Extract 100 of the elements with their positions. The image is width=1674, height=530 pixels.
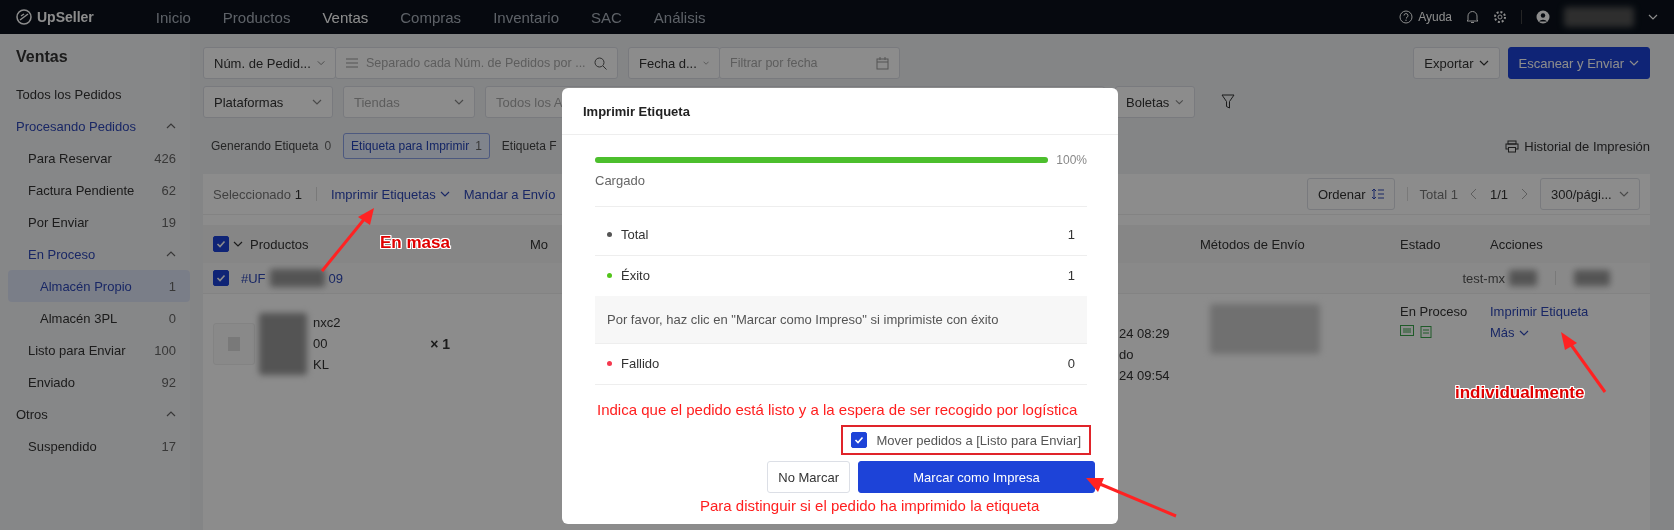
chevron-up-icon: [166, 249, 176, 259]
nav-tab[interactable]: Productos: [222, 8, 291, 26]
sidebar-item[interactable]: Suspendido 17: [8, 430, 190, 462]
filter-icon[interactable]: [1221, 94, 1235, 110]
chevron-down-icon: [316, 58, 325, 68]
bulk-action-link[interactable]: Mandar a Envío: [463, 186, 556, 202]
annotation-text: En masa: [380, 233, 450, 253]
sidebar-item[interactable]: Procesando Pedidos: [8, 110, 190, 142]
help-icon: [1399, 10, 1414, 24]
platforms-select[interactable]: Plataformas: [203, 86, 333, 118]
page-size-select[interactable]: 300/pági...: [1540, 178, 1640, 210]
calendar-icon: [876, 56, 889, 70]
sidebar-title: Ventas: [15, 48, 69, 67]
chevron-down-icon: [1619, 189, 1629, 199]
chevron-down-icon: [233, 239, 243, 249]
result-label: Fallido: [621, 356, 660, 371]
product-detail: 00: [313, 336, 329, 351]
item-count: 100: [154, 342, 176, 358]
mark-printed-button[interactable]: Marcar como Impresa: [858, 461, 1095, 493]
row-action-link[interactable]: Más: [1490, 325, 1650, 340]
sidebar-item[interactable]: Por Enviar 19: [8, 206, 190, 238]
blurred-text: [1574, 270, 1610, 286]
store-name: test-mx: [1462, 270, 1505, 286]
progress-status: Cargado: [595, 173, 645, 188]
item-count: 19: [161, 214, 176, 230]
order-date: 24 09:54: [1119, 368, 1171, 383]
user-icon[interactable]: [1536, 10, 1550, 24]
checkbox[interactable]: [213, 236, 229, 252]
result-label: Éxito: [621, 268, 650, 283]
chevron-up-icon: [166, 409, 176, 419]
settings-icon[interactable]: [1493, 10, 1507, 24]
quantity: × 1: [430, 335, 450, 352]
chevron-down-icon: [1629, 58, 1639, 68]
item-count: 0: [168, 310, 176, 326]
logo-icon: [16, 9, 32, 25]
status-tab[interactable]: Generando Etiqueta 0: [203, 133, 340, 159]
result-label: Total: [621, 227, 649, 242]
date-type-select[interactable]: Fecha d...: [628, 47, 720, 79]
receipts-select[interactable]: Boletas: [1115, 86, 1195, 118]
bell-icon[interactable]: [1466, 10, 1479, 24]
list-icon: [346, 58, 358, 68]
bulk-action-link[interactable]: Imprimir Etiquetas: [330, 186, 450, 202]
nav-tab[interactable]: Compras: [400, 8, 462, 26]
no-mark-button[interactable]: No Marcar: [767, 461, 850, 493]
column-header: Estado: [1400, 236, 1441, 252]
select-value: Fecha d...: [639, 55, 697, 71]
help-link[interactable]: Ayuda: [1399, 10, 1452, 24]
order-field-select[interactable]: Núm. de Pedid...: [203, 47, 336, 79]
blurred-order-id: [269, 269, 325, 287]
sort-button[interactable]: Ordenar: [1306, 178, 1395, 210]
chevron-down-icon: [439, 189, 450, 199]
checkbox[interactable]: [850, 432, 867, 448]
order-id-end[interactable]: 09: [328, 270, 344, 286]
item-count: 92: [161, 374, 176, 390]
export-button[interactable]: Exportar: [1413, 47, 1500, 79]
chevron-down-icon: [1648, 12, 1658, 22]
barcode-icon: [1400, 325, 1414, 336]
nav-tab[interactable]: Inventario: [493, 8, 559, 26]
sidebar-item[interactable]: En Proceso: [8, 238, 190, 270]
row-action-link[interactable]: Imprimir Etiqueta: [1490, 304, 1650, 319]
sidebar-item[interactable]: Almacén 3PL 0: [8, 302, 190, 334]
column-header: Productos: [250, 236, 309, 252]
annotation-text: Para distinguir si el pedido ha imprimido la etiqueta: [700, 497, 1041, 514]
result-count: 1: [1067, 268, 1075, 283]
total-count: Total 1: [1419, 186, 1458, 202]
status-tab[interactable]: Etiqueta F: [493, 133, 565, 159]
chevron-up-icon: [166, 121, 176, 131]
column-header: Mo: [530, 236, 549, 252]
column-header: Métodos de Envío: [1200, 236, 1305, 252]
chevron-down-icon: [1478, 58, 1489, 68]
document-icon: [1420, 325, 1432, 338]
sort-icon: [1370, 188, 1384, 200]
notice-message: Por favor, haz clic en "Marcar como Impreso" si imprimiste con éxito: [595, 296, 1087, 344]
item-count: 62: [161, 182, 176, 198]
sidebar-item[interactable]: Todos los Pedidos: [8, 78, 190, 110]
sidebar-item[interactable]: Para Reservar 426: [8, 142, 190, 174]
nav-tab[interactable]: SAC: [591, 8, 622, 26]
nav-tab[interactable]: Análisis: [653, 8, 706, 26]
sidebar-item[interactable]: Listo para Enviar 100: [8, 334, 190, 366]
sidebar-item[interactable]: Otros: [8, 398, 190, 430]
sidebar-item[interactable]: Almacén Propio 1: [8, 270, 190, 302]
result-count: 1: [1067, 227, 1075, 242]
sidebar-item[interactable]: Factura Pendiente 62: [8, 174, 190, 206]
chevron-down-icon: [312, 97, 322, 107]
checkbox[interactable]: [213, 270, 229, 286]
sidebar-item[interactable]: Enviado 92: [8, 366, 190, 398]
print-history-link[interactable]: Historial de Impresión: [1505, 138, 1650, 154]
order-id-start[interactable]: #UF: [241, 270, 266, 286]
annotation-text: individualmente: [1455, 383, 1585, 403]
nav-tab[interactable]: Inicio: [155, 8, 191, 26]
status-tab[interactable]: Etiqueta para Imprimir 1: [343, 133, 490, 159]
checkmark-icon: [216, 239, 226, 249]
page-indicator: 1/1: [1489, 186, 1508, 202]
checkmark-icon: [216, 273, 226, 283]
item-count: 426: [154, 150, 176, 166]
nav-tab[interactable]: Ventas: [322, 8, 369, 26]
scan-and-ship-button[interactable]: Escanear y Enviar: [1507, 47, 1650, 79]
selected-count: Seleccionado 1: [213, 186, 302, 202]
printer-icon: [1505, 139, 1520, 153]
blurred-product-name: [259, 312, 307, 375]
